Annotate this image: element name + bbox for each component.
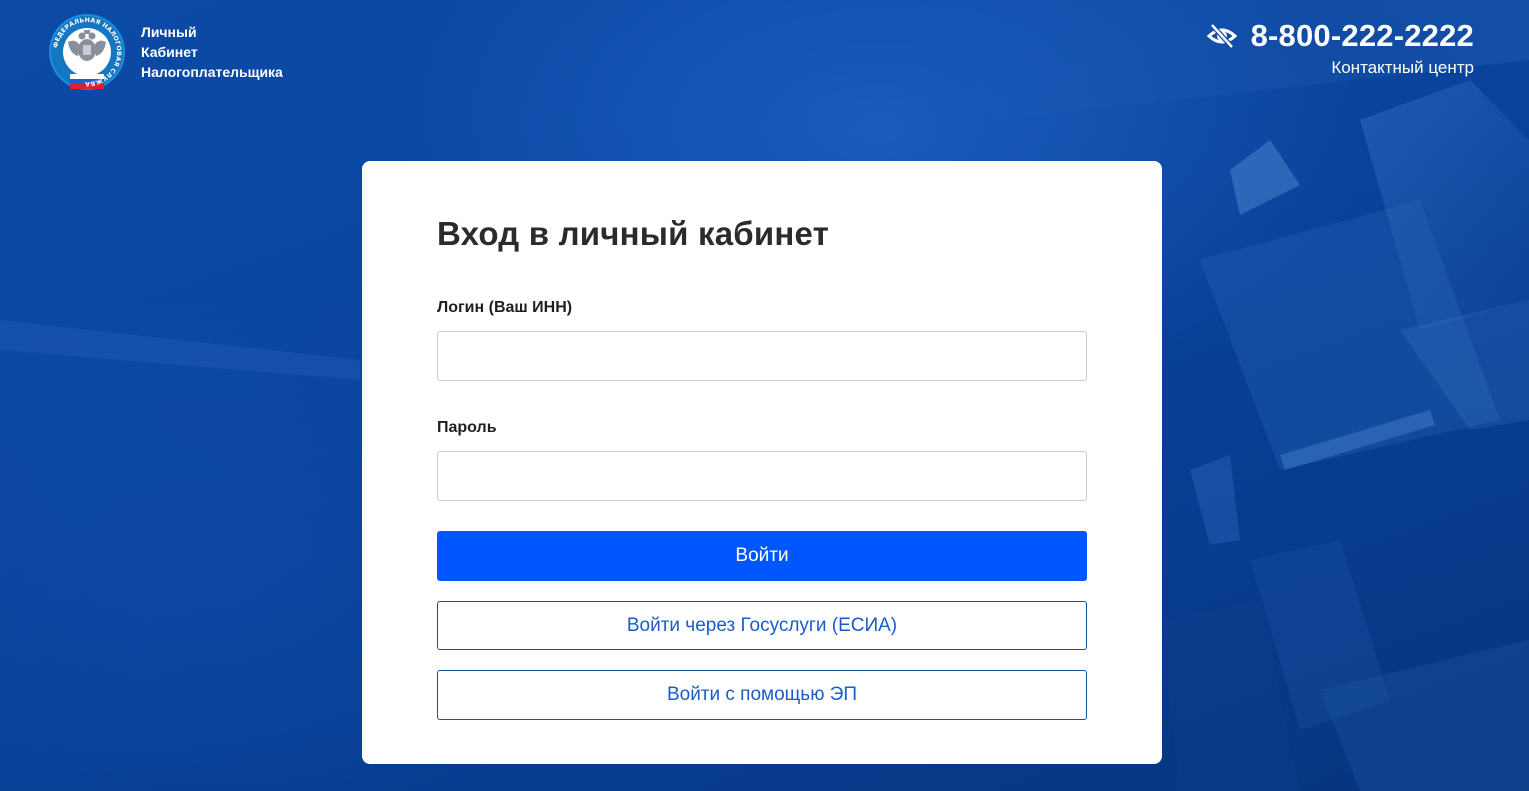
- brand-name[interactable]: Личный Кабинет Налогоплательщика: [141, 22, 283, 82]
- brand-line-3: Налогоплательщика: [141, 64, 283, 80]
- brand-line-1: Личный: [141, 24, 197, 40]
- phone-row: 8-800-222-2222: [1206, 18, 1474, 54]
- login-card: Вход в личный кабинет Логин (Ваш ИНН) Па…: [362, 161, 1162, 764]
- esia-login-button[interactable]: Войти через Госуслуги (ЕСИА): [437, 601, 1087, 650]
- contact-center-label: Контактный центр: [1331, 58, 1474, 77]
- eye-slash-icon[interactable]: [1206, 23, 1237, 49]
- fns-logo-icon[interactable]: ФЕДЕРАЛЬНАЯ НАЛОГОВАЯ СЛУЖБА: [48, 12, 126, 92]
- phone-number[interactable]: 8-800-222-2222: [1251, 18, 1474, 54]
- password-label: Пароль: [437, 419, 497, 436]
- contact-center: 8-800-222-2222 Контактный центр: [1206, 18, 1474, 78]
- login-button[interactable]: Войти: [437, 531, 1087, 581]
- brand-line-2: Кабинет: [141, 44, 198, 60]
- login-label: Логин (Ваш ИНН): [437, 299, 573, 316]
- page-header: ФЕДЕРАЛЬНАЯ НАЛОГОВАЯ СЛУЖБА Личный Каби…: [0, 0, 1529, 110]
- page-title: Вход в личный кабинет: [437, 215, 829, 252]
- ep-login-button[interactable]: Войти с помощью ЭП: [437, 670, 1087, 720]
- password-input[interactable]: [437, 451, 1087, 501]
- login-input[interactable]: [437, 331, 1087, 381]
